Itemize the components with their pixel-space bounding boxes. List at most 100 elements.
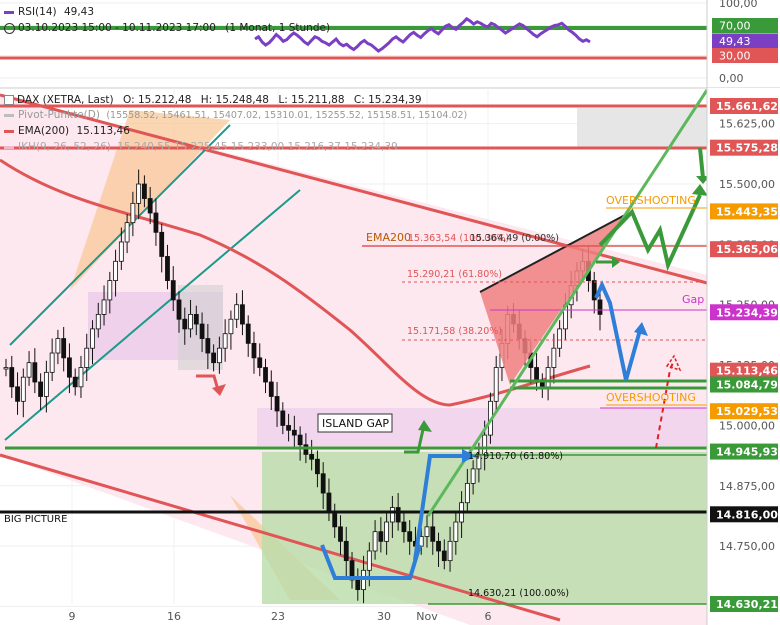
candle-body [539,381,545,388]
candle-body [384,521,390,542]
candle-body [297,434,303,446]
green-scenario-arrow-2 [698,147,705,179]
big-picture-label: BIG PICTURE [4,514,67,525]
candle-body [72,376,78,388]
ohlc-open: O: 15.212,48 [123,94,192,106]
ikh-legend[interactable]: IKH(9, 26, 52, 26) 15.240,55 15.225,45 1… [4,140,398,154]
candle-body [228,318,234,335]
candle-body [447,540,453,562]
price-legend[interactable]: DAX (XETRA, Last) O: 15.212,48 H: 15.248… [4,93,422,107]
candle-body [84,347,90,368]
clock-icon [4,22,15,34]
candle-body [274,396,280,412]
price-tick-label: 14.750,00 [719,540,775,553]
ema-legend[interactable]: EMA(200) 15.113,46 [4,124,130,138]
price-box-label: 15.234,39 [716,306,778,319]
candle-body [55,338,61,354]
candle-body [395,507,401,523]
overshooting-bottom: OVERSHOOTING [606,391,696,404]
candle-body [245,323,251,344]
candle-body [268,381,274,397]
ohlc-open-value: 15.212,48 [137,94,192,106]
candle-body [453,521,459,542]
candle-body [165,256,170,282]
fib-0b-label: 15.364,49 (0.00%) [470,233,559,244]
x-tick-label: 16 [167,610,181,623]
candle-body [303,444,309,455]
candle-body [142,183,147,199]
candle-body [234,304,240,320]
green-zone [262,452,707,604]
candle-body [401,521,407,533]
candle-body [372,531,378,552]
candle-body [38,381,44,397]
candle-body [286,425,291,431]
candle-body [332,511,338,528]
price-box-label: 14.630,21 [716,598,778,611]
chart-checkbox[interactable] [4,95,14,105]
price-tick-label: 15.625,00 [719,118,775,131]
ohlc-high: H: 15.248,48 [200,94,269,106]
ohlc-close-value: 15.234,39 [368,94,422,106]
price-box-label: 15.029,53 [716,405,778,418]
candle-body [378,531,384,542]
candle-body [124,222,130,243]
candle-body [159,231,165,257]
fib-382-label: 15.171,58 (38.20%) [407,326,502,337]
candle-body [67,357,72,378]
candle-body [597,299,603,315]
candle-body [95,314,101,330]
price-tick-label: 15.000,00 [719,419,775,432]
candle-body [205,338,211,354]
rsi-legend-name: RSI(14) [18,6,57,18]
island-gap-label: ISLAND GAP [322,417,389,430]
ikh-label: IKH(9, 26, 52, 26) [18,141,111,153]
period-row: 03.10.2023 15:00 - 10.11.2023 17:00 (1 M… [4,21,330,35]
price-box-label: 15.575,28 [716,142,778,155]
ikh-swatch [4,145,14,149]
x-tick-label: 6 [485,610,492,623]
candle-body [251,342,257,359]
candle-body [389,507,395,523]
candle-body [3,367,9,370]
candle-body [130,202,136,224]
x-tick-label: 23 [271,610,285,623]
candle-body [291,429,297,436]
price-box-label: 15.365,06 [716,243,778,256]
rsi-legend[interactable]: RSI(14) 49,43 [4,5,94,19]
price-tick-label: 14.875,00 [719,480,775,493]
candle-body [470,468,476,484]
candle-body [551,347,557,368]
candle-body [107,280,113,301]
candle-body [430,526,436,542]
candle-body [257,357,263,368]
candle-body [240,304,245,325]
price-box-label: 15.113,46 [716,365,778,378]
fib-low-618-label: 14.910,70 (61.80%) [468,451,563,462]
x-tick-label: Nov [416,610,438,623]
candle-body [557,328,563,349]
candle-body [407,531,413,542]
candle-body [136,183,142,204]
pivot-legend[interactable]: Pivot-Punkte(D) (15558.52, 15461.51, 154… [4,108,467,122]
candle-body [182,318,188,330]
candle-body [188,314,193,330]
candle-body [43,371,49,397]
rsi-legend-value: 49,43 [63,6,95,18]
candle-body [101,299,107,315]
ema-swatch [4,129,14,133]
candle-body [9,367,15,388]
candle-body [49,352,55,373]
price-box-label: 15.084,79 [716,379,778,392]
candle-body [343,540,349,562]
candle-body [216,347,222,364]
candle-body [176,299,182,320]
fib-low-100-label: 14.630,21 (100.00%) [468,588,569,599]
candle-body [338,526,343,542]
period-note: (1 Monat, 1 Stunde) [225,22,331,34]
candle-body [315,458,320,475]
candle-body [424,526,430,537]
pivot-swatch [4,113,14,117]
x-tick-label: 30 [377,610,391,623]
price-box-label: 15.661,62 [716,100,778,113]
